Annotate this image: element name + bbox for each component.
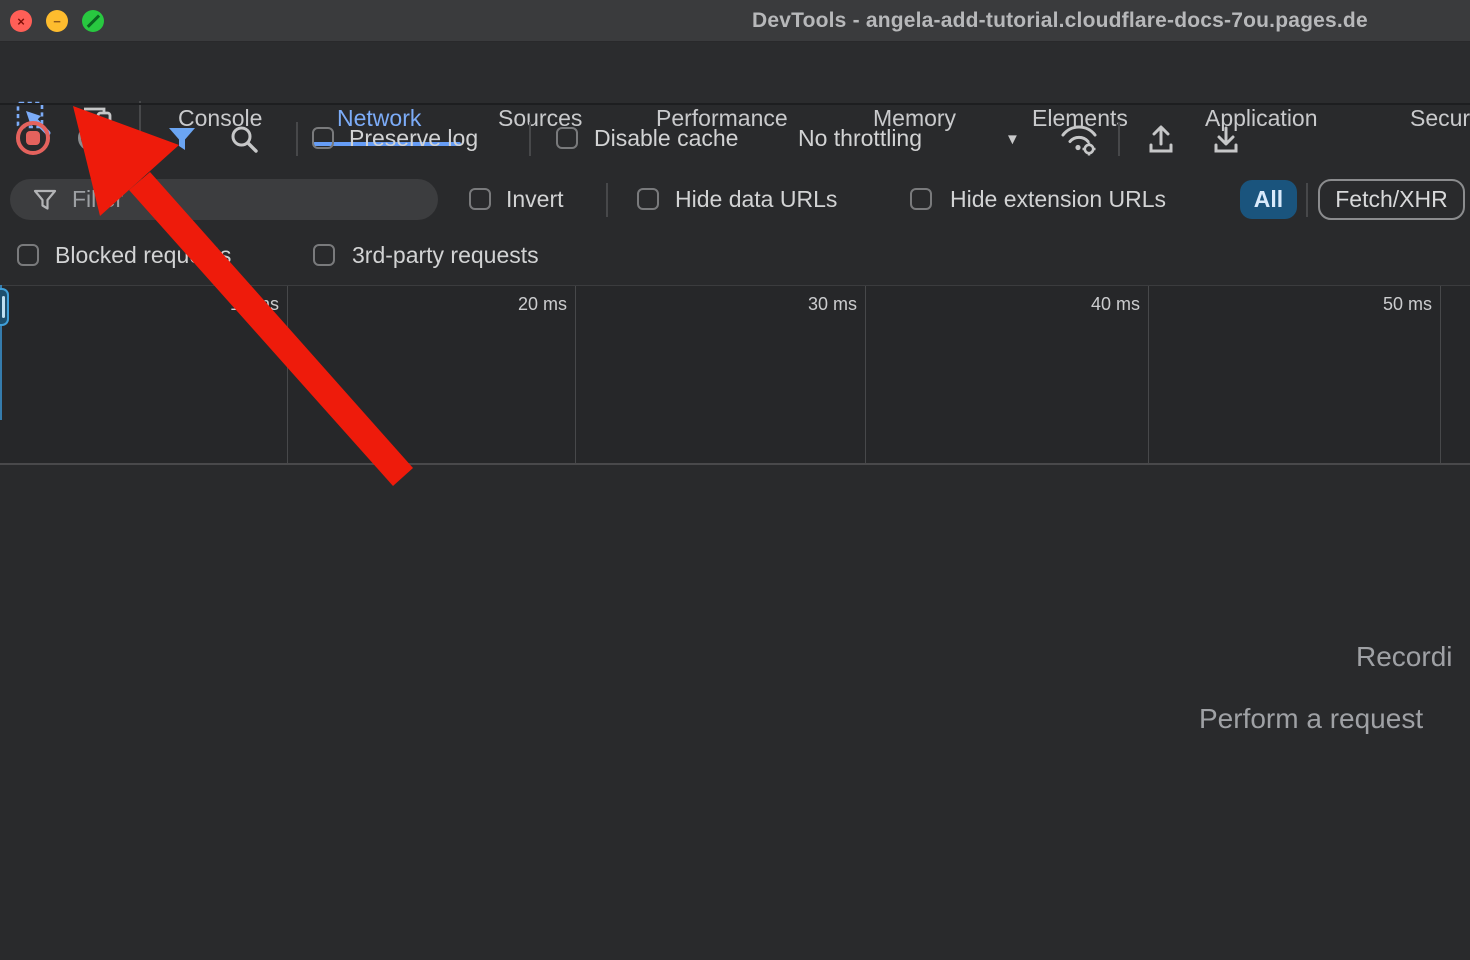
disable-cache-label[interactable]: Disable cache (594, 125, 738, 152)
devtools-window: × − DevTools - angela-add-tutorial.cloud… (0, 0, 1470, 960)
overview-grid-line (287, 286, 288, 463)
hide-data-urls-label[interactable]: Hide data URLs (675, 186, 837, 213)
hide-data-urls-checkbox[interactable] (637, 188, 659, 210)
devtools-tab-bar: Console Network Sources Performance Memo… (0, 42, 1470, 105)
overview-drag-handle-grip (2, 296, 5, 318)
funnel-outline-icon (32, 187, 58, 213)
blocked-requests-label[interactable]: Blocked requests (55, 242, 231, 269)
hide-extension-urls-label[interactable]: Hide extension URLs (950, 186, 1166, 213)
blocked-requests-checkbox[interactable] (17, 244, 39, 266)
search-button[interactable] (226, 121, 262, 157)
request-type-fetch-xhr-chip[interactable]: Fetch/XHR (1318, 179, 1465, 220)
overview-tick-50ms: 50 ms (1352, 294, 1432, 315)
chevron-down-icon[interactable]: ▼ (1005, 131, 1020, 148)
tab-security[interactable]: Security (1410, 105, 1470, 132)
import-har-button[interactable] (1142, 120, 1180, 158)
invert-checkbox[interactable] (469, 188, 491, 210)
disable-cache-checkbox[interactable] (556, 127, 578, 149)
request-type-all-chip[interactable]: All (1240, 180, 1297, 219)
toolbar-separator (139, 122, 141, 156)
close-icon[interactable]: × (10, 10, 32, 32)
toolbar-separator (529, 122, 531, 156)
clear-icon (81, 128, 102, 149)
invert-label[interactable]: Invert (506, 186, 564, 213)
record-stop-icon (26, 131, 40, 145)
preserve-log-checkbox[interactable] (312, 127, 334, 149)
toolbar-separator (606, 183, 608, 217)
funnel-icon (165, 122, 199, 156)
filter-input[interactable] (72, 186, 402, 213)
third-party-requests-label[interactable]: 3rd-party requests (352, 242, 539, 269)
network-conditions-button[interactable] (1056, 118, 1102, 160)
overview-grid-line (1148, 286, 1149, 463)
title-bar: × − DevTools - angela-add-tutorial.cloud… (0, 0, 1470, 42)
overview-tick-20ms: 20 ms (487, 294, 567, 315)
filter-toggle-button[interactable] (164, 121, 200, 157)
toolbar-separator (1306, 183, 1308, 217)
wifi-gear-icon (1057, 119, 1101, 159)
record-button[interactable] (16, 121, 50, 155)
download-icon (1208, 121, 1244, 157)
overview-tick-10ms: 10 ms (199, 294, 279, 315)
preserve-log-label[interactable]: Preserve log (349, 125, 478, 152)
clear-button[interactable] (78, 125, 104, 151)
overview-grid-line (865, 286, 866, 463)
hide-extension-urls-checkbox[interactable] (910, 188, 932, 210)
overview-tick-30ms: 30 ms (777, 294, 857, 315)
overview-tick-40ms: 40 ms (1060, 294, 1140, 315)
third-party-requests-checkbox[interactable] (313, 244, 335, 266)
overview-drag-handle[interactable] (0, 288, 9, 326)
search-icon (227, 122, 261, 156)
minimize-icon[interactable]: − (46, 10, 68, 32)
empty-state-hint-text: Perform a request (1199, 703, 1423, 735)
export-har-button[interactable] (1207, 120, 1245, 158)
filter-field-container[interactable] (10, 179, 438, 220)
empty-state-recording-text: Recordi (1356, 641, 1452, 673)
overview-grid-line (575, 286, 576, 463)
toolbar-separator (1118, 122, 1120, 156)
overview-bottom-border (0, 463, 1470, 465)
overview-grid-line (1440, 286, 1441, 463)
upload-icon (1143, 121, 1179, 157)
throttling-select[interactable]: No throttling (798, 125, 922, 152)
tab-bar-border (0, 103, 1470, 105)
window-title: DevTools - angela-add-tutorial.cloudflar… (752, 9, 1368, 33)
toolbar-separator (296, 122, 298, 156)
zoom-icon[interactable] (82, 10, 104, 32)
